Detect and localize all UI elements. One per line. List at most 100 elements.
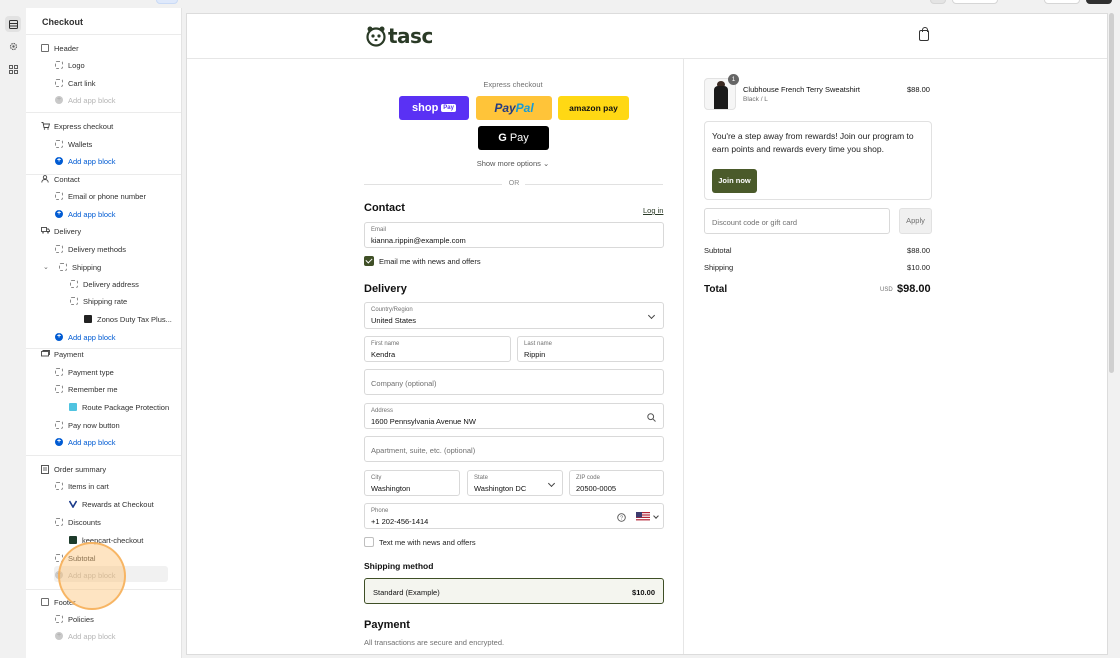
plus-circle-icon: + <box>55 632 63 640</box>
field-label: ZIP code <box>576 475 600 481</box>
last-name-field[interactable]: Last name Rippin <box>517 336 664 362</box>
total-value: $98.00 <box>897 283 931 295</box>
person-icon <box>41 175 49 183</box>
paypal-button[interactable]: Pay Pal <box>476 96 552 120</box>
block-icon <box>55 79 63 87</box>
section-header[interactable]: Header <box>41 41 79 55</box>
add-app-block-button[interactable]: + Add app block <box>55 207 116 221</box>
country-select[interactable]: Country/Region United States <box>364 302 664 329</box>
block-icon <box>55 140 63 148</box>
text-offers-checkbox[interactable] <box>364 537 374 547</box>
toolbar-chip[interactable] <box>952 0 998 4</box>
zip-field[interactable]: ZIP code 20500-0005 <box>569 470 664 496</box>
app-block-zonos[interactable]: Zonos Duty Tax Plus... <box>84 312 172 326</box>
toolbar-chip[interactable] <box>156 0 178 4</box>
google-pay-button[interactable]: G Pay <box>478 126 549 150</box>
scrollbar[interactable] <box>1109 13 1114 373</box>
block-policies[interactable]: Policies <box>55 612 94 626</box>
section-express-checkout[interactable]: Express checkout <box>41 119 113 133</box>
layout-section-icon <box>41 598 49 606</box>
brand-name: tasc <box>388 24 433 48</box>
login-link[interactable]: Log in <box>643 206 663 215</box>
field-placeholder: Discount code or gift card <box>712 218 798 227</box>
block-pay-now-button[interactable]: Pay now button <box>55 418 120 432</box>
block-remember-me[interactable]: Remember me <box>55 382 118 396</box>
chevron-down-icon <box>647 311 656 320</box>
toolbar-chip[interactable] <box>1044 0 1080 4</box>
block-logo[interactable]: Logo <box>55 58 85 72</box>
panda-logo-icon <box>366 26 386 47</box>
block-payment-type[interactable]: Payment type <box>55 365 114 379</box>
block-items-in-cart[interactable]: Items in cart <box>55 479 109 493</box>
save-button[interactable] <box>1086 0 1112 4</box>
company-field[interactable]: Company (optional) <box>364 369 664 395</box>
block-cart-link[interactable]: Cart link <box>55 76 96 90</box>
add-app-block-button[interactable]: + Add app block <box>55 330 116 344</box>
join-now-button[interactable]: Join now <box>712 169 757 193</box>
chevron-down-icon[interactable]: ⌄ <box>43 263 50 271</box>
plus-circle-icon: + <box>55 96 63 104</box>
section-payment[interactable]: Payment <box>41 347 84 361</box>
phone-field[interactable]: Phone +1 202-456-1414 ? <box>364 503 664 529</box>
contact-heading: Contact <box>364 202 405 214</box>
rewards-message: You're a step away from rewards! Join ou… <box>712 131 914 154</box>
gear-icon[interactable] <box>5 38 21 54</box>
field-label: Email <box>371 227 387 233</box>
zonos-app-icon <box>84 315 92 323</box>
show-more-options-link[interactable]: Show more options ⌄ <box>363 159 663 168</box>
apartment-field[interactable]: Apartment, suite, etc. (optional) <box>364 436 664 462</box>
apply-button[interactable]: Apply <box>899 208 932 234</box>
chevron-down-icon: ⌄ <box>543 159 550 168</box>
first-name-field[interactable]: First name Kendra <box>364 336 511 362</box>
block-email-or-phone[interactable]: Email or phone number <box>55 189 146 203</box>
apps-icon[interactable] <box>5 61 21 77</box>
field-label: City <box>371 475 382 481</box>
section-delivery[interactable]: Delivery <box>41 224 81 238</box>
add-app-block-button[interactable]: + Add app block <box>55 154 116 168</box>
block-delivery-address[interactable]: Delivery address <box>70 277 139 291</box>
svg-text:?: ? <box>620 516 623 522</box>
plus-circle-icon: + <box>55 210 63 218</box>
cart-bag-icon[interactable] <box>919 27 929 41</box>
section-contact[interactable]: Contact <box>41 172 80 186</box>
product-name: Clubhouse French Terry Sweatshirt <box>743 85 860 94</box>
divider-line <box>525 184 663 185</box>
block-delivery-methods[interactable]: Delivery methods <box>55 242 126 256</box>
store-logo[interactable]: tasc <box>366 24 433 48</box>
toolbar-chip[interactable] <box>930 0 946 4</box>
city-field[interactable]: City Washington <box>364 470 460 496</box>
block-wallets[interactable]: Wallets <box>55 137 92 151</box>
email-offers-checkbox[interactable] <box>364 256 374 266</box>
us-flag-icon[interactable] <box>636 512 650 522</box>
state-select[interactable]: State Washington DC <box>467 470 563 496</box>
block-icon <box>55 368 63 376</box>
add-app-block-button[interactable]: + Add app block <box>55 629 116 643</box>
field-placeholder: Company (optional) <box>371 379 437 388</box>
or-divider: OR <box>364 180 663 190</box>
app-block-rewards[interactable]: Rewards at Checkout <box>68 497 154 511</box>
add-app-block-button[interactable]: + Add app block <box>55 93 116 107</box>
discount-code-input[interactable]: Discount code or gift card <box>704 208 890 234</box>
field-placeholder: Apartment, suite, etc. (optional) <box>371 446 476 455</box>
block-shipping[interactable]: ⌄ Shipping <box>43 260 101 274</box>
payment-subtitle: All transactions are secure and encrypte… <box>364 638 505 647</box>
block-discounts[interactable]: Discounts <box>55 515 101 529</box>
checkout-preview: tasc Express checkout shop Pay Pay Pal am… <box>186 13 1108 655</box>
app-block-route[interactable]: Route Package Protection <box>69 400 169 414</box>
block-shipping-rate[interactable]: Shipping rate <box>70 294 127 308</box>
shipping-option[interactable]: Standard (Example) $10.00 <box>364 578 664 604</box>
divider-line <box>364 184 502 185</box>
sections-icon[interactable] <box>5 16 21 32</box>
field-value: 1600 Pennsylvania Avenue NW <box>371 417 476 426</box>
express-checkout-title: Express checkout <box>483 80 543 89</box>
rewards-app-icon <box>68 500 78 509</box>
help-icon[interactable]: ? <box>617 513 626 522</box>
shop-pay-button[interactable]: shop Pay <box>399 96 469 120</box>
add-app-block-button[interactable]: + Add app block <box>55 435 116 449</box>
section-order-summary[interactable]: Order summary <box>41 462 106 476</box>
amazon-pay-button[interactable]: amazon pay <box>558 96 629 120</box>
address-field[interactable]: Address 1600 Pennsylvania Avenue NW <box>364 403 664 429</box>
plus-circle-icon: + <box>55 438 63 446</box>
email-field[interactable]: Email kianna.rippin@example.com <box>364 222 664 248</box>
block-icon <box>55 421 63 429</box>
